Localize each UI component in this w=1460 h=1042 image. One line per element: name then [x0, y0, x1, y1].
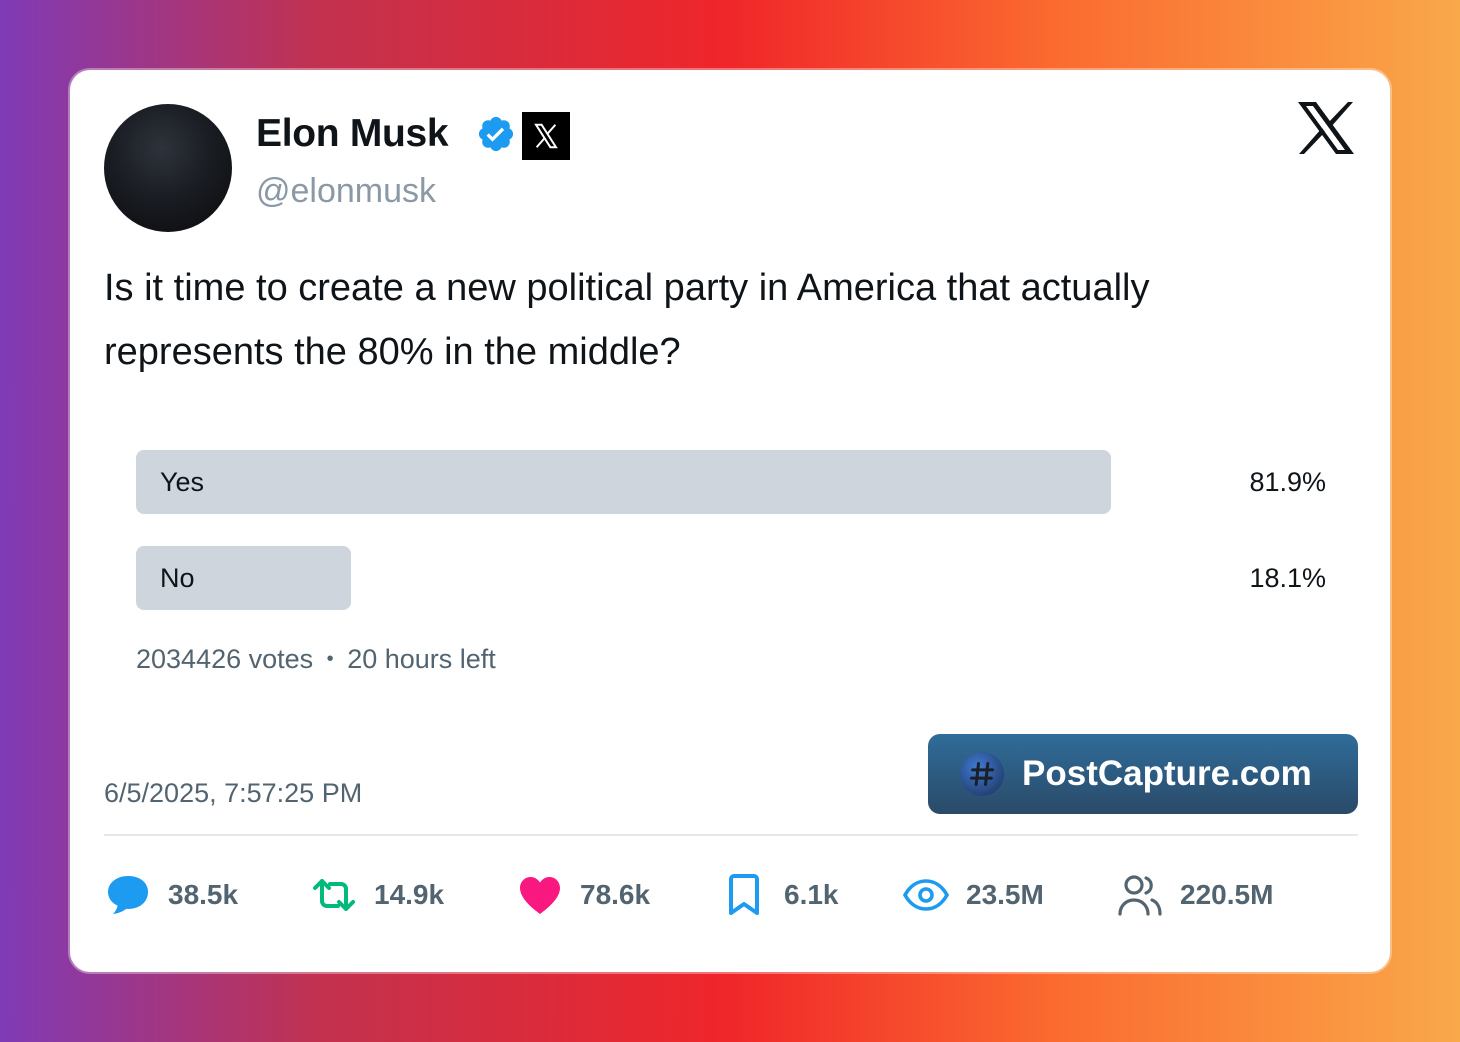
poll-option-no[interactable]: No 18.1% [136, 546, 1326, 610]
repost-icon [310, 871, 358, 919]
poll-percent-no: 18.1% [1249, 563, 1326, 593]
x-logo-icon[interactable] [1296, 100, 1356, 156]
repost-count: 14.9k [374, 879, 445, 910]
followers-icon [1116, 871, 1164, 919]
hashtag-icon [960, 752, 1004, 796]
author-name[interactable]: Elon Musk [256, 112, 449, 156]
reply-count: 38.5k [168, 879, 239, 910]
reply-stat[interactable]: 38.5k [104, 870, 238, 920]
author-handle[interactable]: @elonmusk [256, 172, 436, 211]
views-icon [902, 871, 950, 919]
poll-option-yes[interactable]: Yes 81.9% [136, 450, 1326, 514]
like-icon [516, 871, 564, 919]
poll-bar-yes [136, 450, 1111, 514]
poll-votes: 2034426 votes [136, 644, 314, 674]
x-badge-icon [522, 112, 570, 160]
poll-time-left: 20 hours left [347, 644, 496, 674]
verified-badge-icon [478, 116, 514, 152]
repost-stat[interactable]: 14.9k [310, 870, 444, 920]
avatar[interactable] [104, 104, 232, 232]
poll-meta: 2034426 votes • 20 hours left [136, 644, 496, 675]
views-stat[interactable]: 23.5M [902, 870, 1044, 920]
views-count: 23.5M [966, 879, 1044, 910]
brand-button[interactable]: PostCapture.com [928, 734, 1358, 814]
followers-stat[interactable]: 220.5M [1116, 870, 1273, 920]
bookmark-stat[interactable]: 6.1k [720, 870, 839, 920]
brand-label: PostCapture.com [1022, 754, 1312, 793]
reply-icon [104, 871, 152, 919]
tweet-timestamp[interactable]: 6/5/2025, 7:57:25 PM [104, 778, 362, 809]
bookmark-icon [720, 871, 768, 919]
like-stat[interactable]: 78.6k [516, 870, 650, 920]
tweet-text: Is it time to create a new political par… [104, 267, 1150, 373]
poll-label-no: No [160, 563, 195, 593]
bookmark-count: 6.1k [784, 879, 839, 910]
followers-count: 220.5M [1180, 879, 1274, 910]
divider [104, 834, 1358, 836]
like-count: 78.6k [580, 879, 651, 910]
poll-label-yes: Yes [160, 467, 205, 497]
poll-percent-yes: 81.9% [1249, 467, 1326, 497]
tweet-card: Elon Musk @elonmusk Is it time to create… [70, 70, 1390, 972]
poll-separator: • [326, 648, 334, 670]
